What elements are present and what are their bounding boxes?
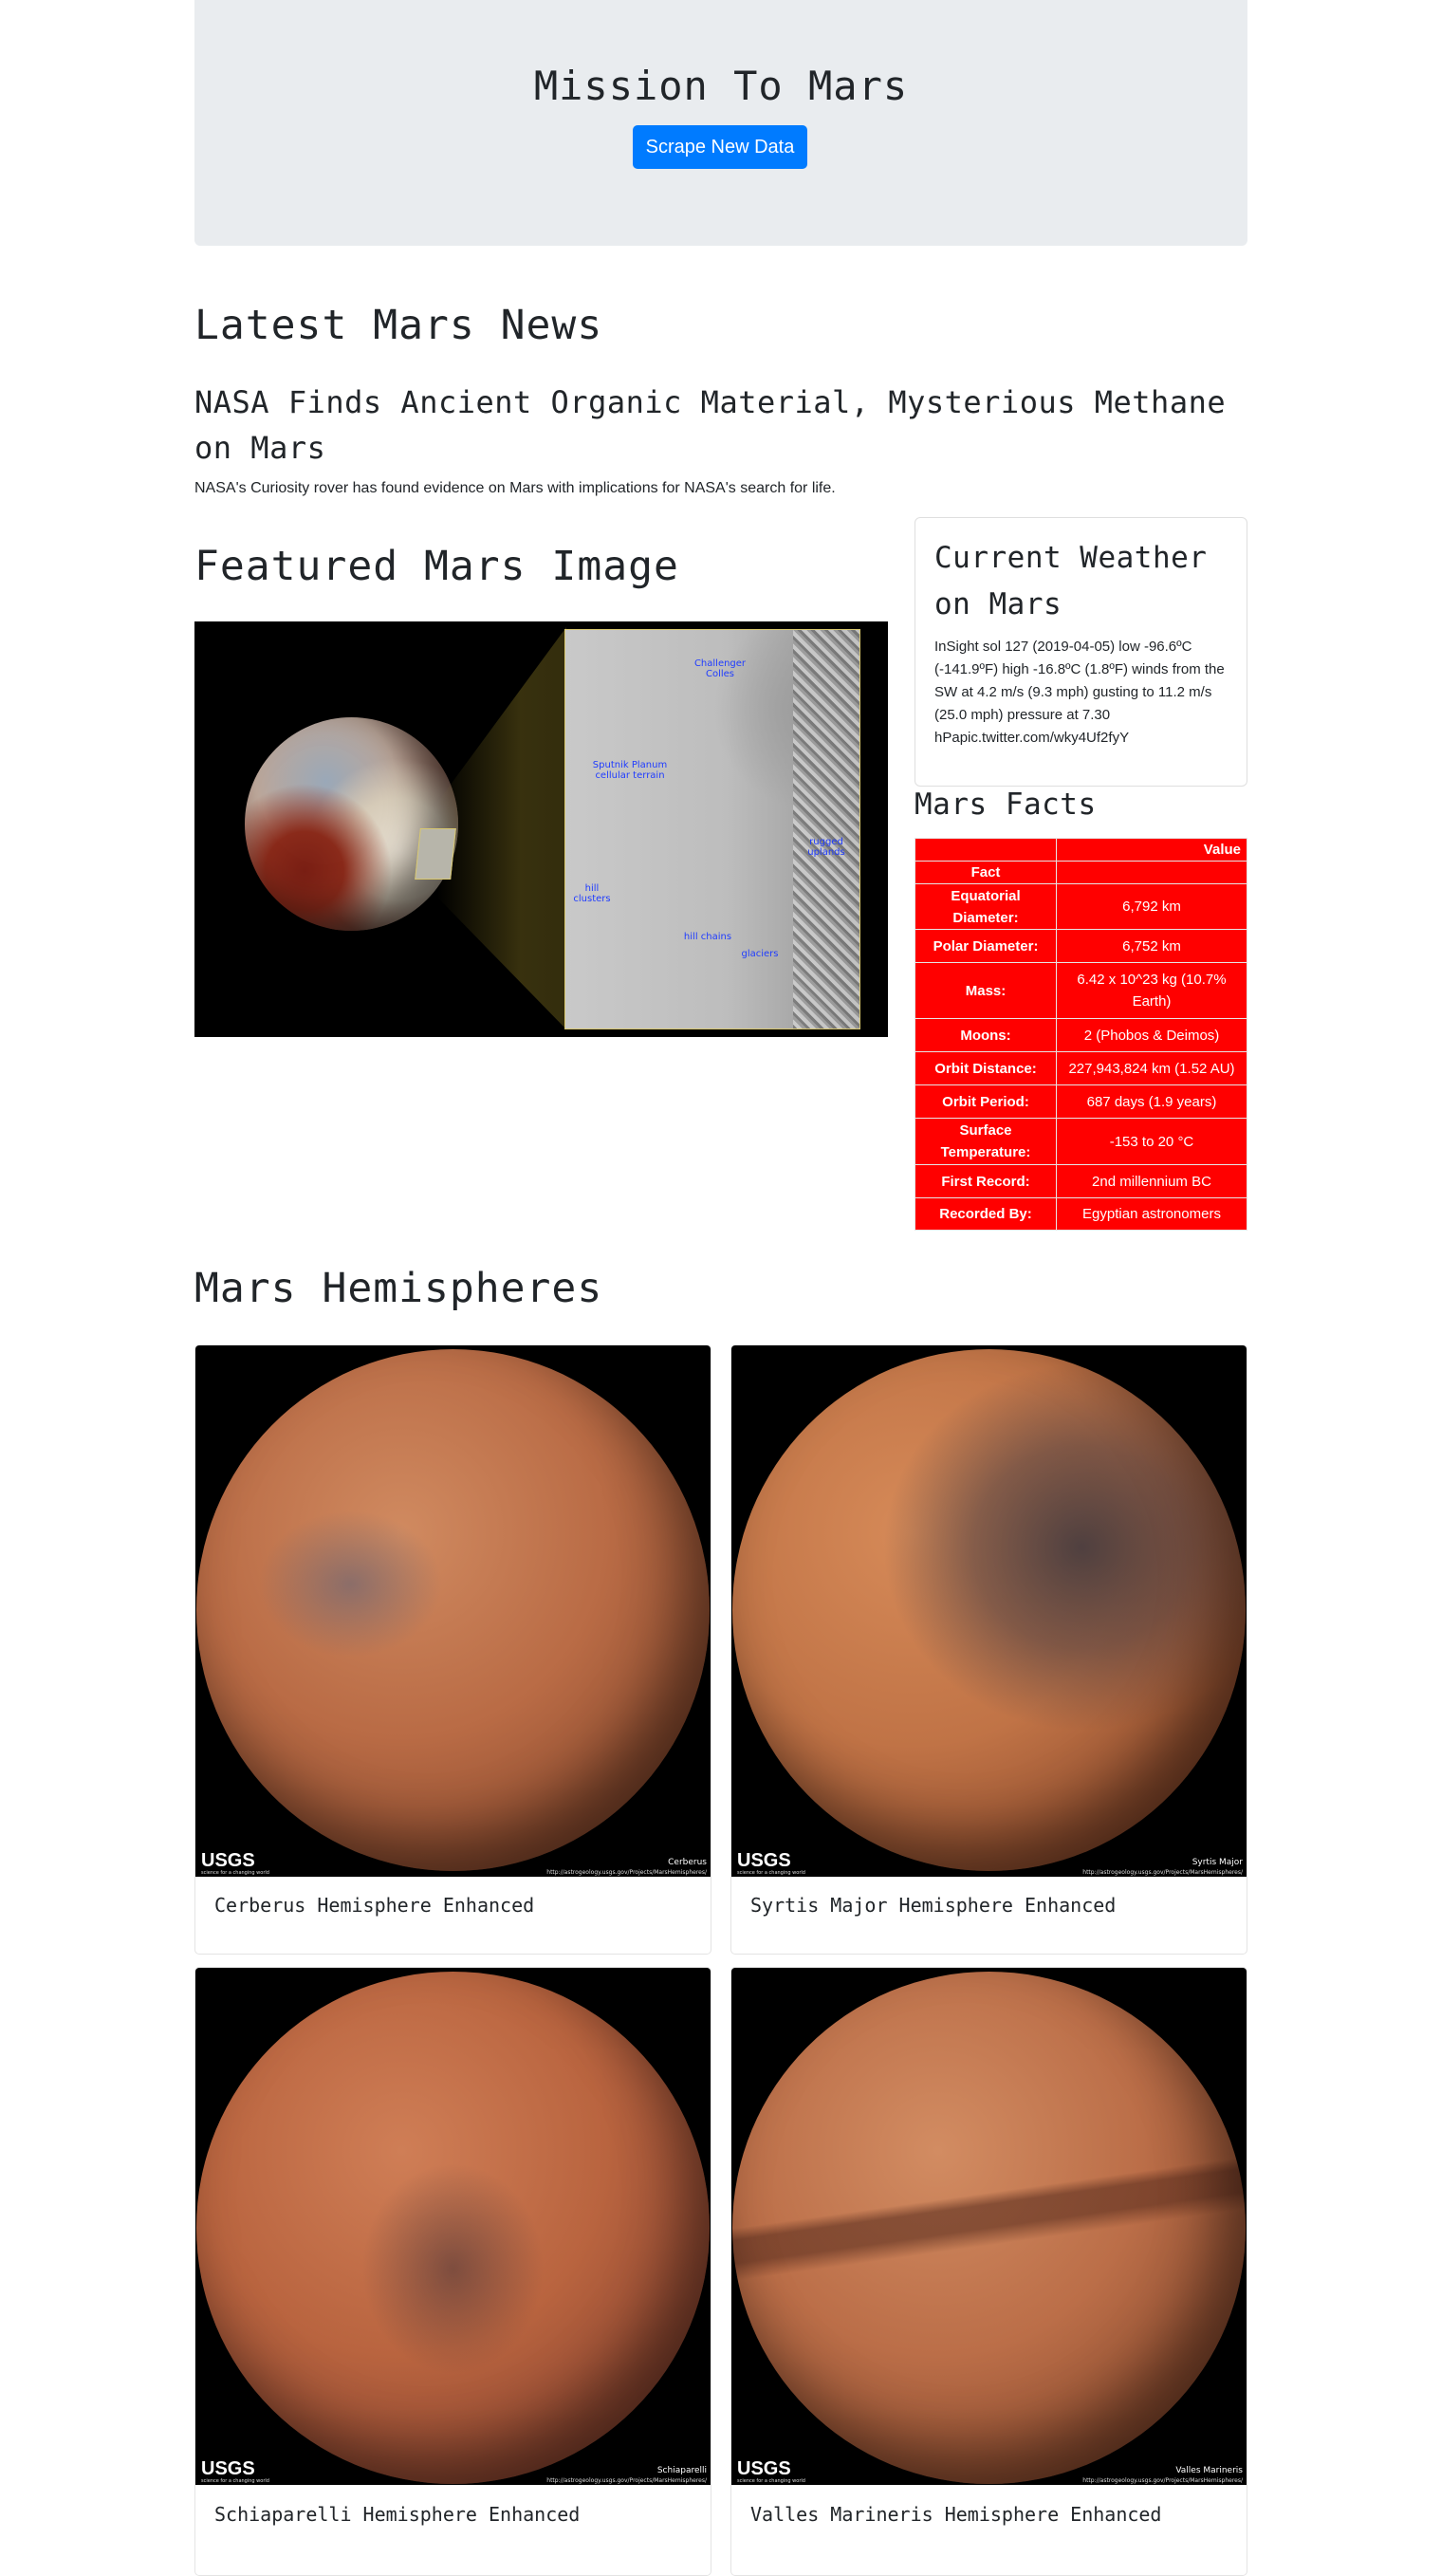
facts-title: Mars Facts — [914, 788, 1097, 822]
fact-value: Egyptian astronomers — [1056, 1197, 1247, 1231]
inset-label: rugged uplands — [807, 837, 845, 858]
mars-globe — [732, 1972, 1246, 2484]
scrape-new-data-button[interactable]: Scrape New Data — [633, 125, 807, 169]
hemisphere-title[interactable]: Schiaparelli Hemisphere Enhanced — [214, 2503, 580, 2526]
usgs-tagline: science for a changing world — [737, 1870, 805, 1876]
facts-row: Mass: 6.42 x 10^23 kg (10.7% Earth) — [914, 962, 1247, 1019]
facts-row: Recorded By: Egyptian astronomers — [914, 1197, 1247, 1231]
fact-label: Polar Diameter: — [914, 929, 1057, 963]
image-url: http://astrogeology.usgs.gov/Projects/Ma… — [546, 1869, 707, 1876]
weather-text: InSight sol 127 (2019-04-05) low -96.6ºC… — [934, 639, 1225, 746]
inset-label: Sputnik Planum cellular terrain — [592, 760, 668, 781]
usgs-tagline: science for a changing world — [201, 1870, 269, 1876]
image-label: Syrtis Major — [1192, 1858, 1243, 1867]
hemisphere-card-cerberus[interactable]: USGS science for a changing world Cerber… — [194, 1344, 711, 1955]
image-url: http://astrogeology.usgs.gov/Projects/Ma… — [1082, 2477, 1243, 2484]
mars-globe — [732, 1349, 1246, 1871]
hemisphere-title[interactable]: Valles Marineris Hemisphere Enhanced — [750, 2503, 1161, 2526]
fact-label: Orbit Distance: — [914, 1051, 1057, 1085]
image-label: Valles Marineris — [1175, 2466, 1243, 2475]
facts-table: Value Fact Equatorial Diameter: 6,792 km … — [914, 838, 1247, 1231]
fact-value: 2 (Phobos & Deimos) — [1056, 1018, 1247, 1052]
hemisphere-card-schiaparelli[interactable]: USGS science for a changing world Schiap… — [194, 1967, 711, 2576]
facts-header-row: Value — [914, 838, 1247, 862]
fact-value: 6,752 km — [1056, 929, 1247, 963]
facts-row: Moons: 2 (Phobos & Deimos) — [914, 1018, 1247, 1052]
inset-label: glaciers — [741, 949, 779, 959]
facts-header-empty — [914, 838, 1057, 862]
hemisphere-card-valles-marineris[interactable]: USGS science for a changing world Valles… — [730, 1967, 1247, 2576]
fact-value: 6.42 x 10^23 kg (10.7% Earth) — [1056, 962, 1247, 1019]
page-title: Mission To Mars — [533, 63, 909, 109]
fact-label: Surface Temperature: — [914, 1118, 1057, 1165]
image-url: http://astrogeology.usgs.gov/Projects/Ma… — [546, 2477, 707, 2484]
inset-label: hill clusters — [573, 883, 611, 904]
fact-value: 2nd millennium BC — [1056, 1164, 1247, 1198]
latest-news-heading: Latest Mars News — [194, 302, 603, 349]
facts-row: Orbit Distance: 227,943,824 km (1.52 AU) — [914, 1051, 1247, 1085]
facts-row: Polar Diameter: 6,752 km — [914, 929, 1247, 963]
fact-value: 227,943,824 km (1.52 AU) — [1056, 1051, 1247, 1085]
featured-image[interactable]: Challenger Colles Sputnik Planum cellula… — [194, 621, 888, 1037]
weather-card: Current Weather on Mars InSight sol 127 … — [914, 517, 1247, 787]
image-label: Schiaparelli — [656, 2466, 707, 2475]
usgs-logo: USGS — [201, 1850, 255, 1871]
inset-label: Challenger Colles — [693, 658, 747, 679]
featured-image-heading: Featured Mars Image — [194, 543, 679, 590]
hemispheres-heading: Mars Hemispheres — [194, 1265, 603, 1312]
facts-row: First Record: 2nd millennium BC — [914, 1164, 1247, 1198]
hemisphere-card-syrtis-major[interactable]: USGS science for a changing world Syrtis… — [730, 1344, 1247, 1955]
rugged-terrain — [793, 630, 859, 1029]
zoom-inset: Challenger Colles Sputnik Planum cellula… — [564, 629, 860, 1029]
mars-globe — [196, 1972, 710, 2484]
fact-label: Mass: — [914, 962, 1057, 1019]
usgs-logo: USGS — [737, 2458, 791, 2479]
facts-header-row: Fact — [914, 861, 1247, 884]
hemisphere-image[interactable]: USGS science for a changing world Syrtis… — [731, 1345, 1247, 1877]
zoom-region — [415, 828, 456, 880]
facts-row: Equatorial Diameter: 6,792 km — [914, 883, 1247, 930]
mars-globe — [196, 1349, 710, 1871]
jumbotron: Mission To Mars Scrape New Data — [194, 0, 1247, 246]
inset-label: hill chains — [683, 932, 732, 942]
fact-label: Recorded By: — [914, 1197, 1057, 1231]
fact-label: Equatorial Diameter: — [914, 883, 1057, 930]
hemisphere-title[interactable]: Cerberus Hemisphere Enhanced — [214, 1894, 534, 1917]
fact-value: 687 days (1.9 years) — [1056, 1084, 1247, 1119]
fact-label: Orbit Period: — [914, 1084, 1057, 1119]
fact-label: Moons: — [914, 1018, 1057, 1052]
facts-header-empty — [1056, 861, 1247, 884]
usgs-logo: USGS — [737, 1850, 791, 1871]
usgs-tagline: science for a changing world — [737, 2478, 805, 2484]
usgs-logo: USGS — [201, 2458, 255, 2479]
fact-label: First Record: — [914, 1164, 1057, 1198]
facts-row: Surface Temperature: -153 to 20 °C — [914, 1118, 1247, 1165]
facts-header-value: Value — [1056, 838, 1247, 862]
fact-value: -153 to 20 °C — [1056, 1118, 1247, 1165]
news-teaser: NASA's Curiosity rover has found evidenc… — [194, 480, 836, 496]
weather-title: Current Weather on Mars — [934, 541, 1208, 621]
facts-row: Orbit Period: 687 days (1.9 years) — [914, 1084, 1247, 1119]
hemisphere-title[interactable]: Syrtis Major Hemisphere Enhanced — [750, 1894, 1116, 1917]
fact-value: 6,792 km — [1056, 883, 1247, 930]
image-label: Cerberus — [668, 1858, 707, 1867]
hemisphere-image[interactable]: USGS science for a changing world Schiap… — [195, 1968, 711, 2485]
facts-header-fact: Fact — [914, 861, 1057, 884]
hemisphere-image[interactable]: USGS science for a changing world Valles… — [731, 1968, 1247, 2485]
news-title: NASA Finds Ancient Organic Material, Mys… — [194, 384, 1227, 466]
hemisphere-image[interactable]: USGS science for a changing world Cerber… — [195, 1345, 711, 1877]
image-url: http://astrogeology.usgs.gov/Projects/Ma… — [1082, 1869, 1243, 1876]
usgs-tagline: science for a changing world — [201, 2478, 269, 2484]
